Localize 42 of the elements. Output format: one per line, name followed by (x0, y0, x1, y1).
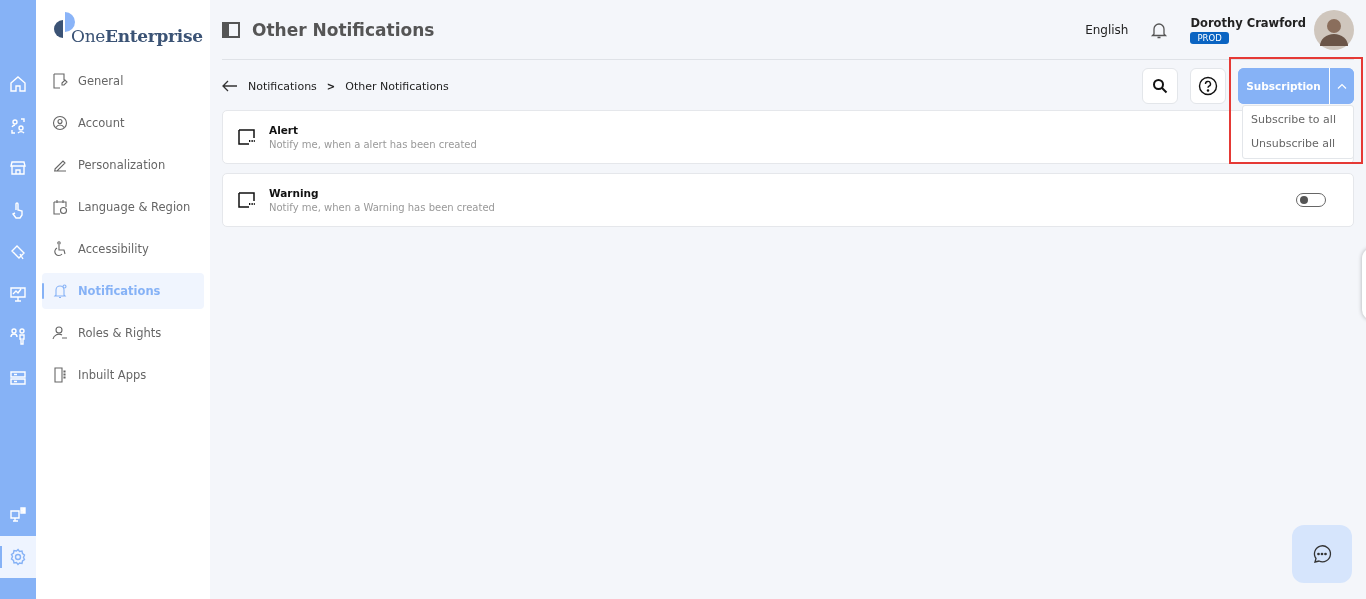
settings-icon[interactable] (0, 536, 36, 578)
message-icon (238, 129, 256, 145)
bell-icon (52, 283, 68, 299)
search-button[interactable] (1142, 68, 1178, 104)
user-name: Dorothy Crawford (1190, 15, 1306, 30)
gear-pen-icon (52, 73, 68, 89)
sidebar-item[interactable]: Inbuilt Apps (42, 357, 204, 393)
page-title: Other Notifications (252, 19, 435, 40)
notification-description: Notify me, when a alert has been created (269, 139, 477, 150)
environment-badge: PROD (1190, 31, 1229, 44)
sidebar-item[interactable]: Language & Region (42, 189, 204, 225)
chat-icon (1311, 543, 1333, 565)
notification-title: Warning (269, 187, 320, 199)
avatar-icon[interactable] (1314, 9, 1354, 50)
menu-item[interactable]: Unsubscribe all (1243, 132, 1353, 156)
notification-title: Alert (269, 124, 300, 136)
notification-description: Notify me, when a Warning has been created (269, 202, 495, 213)
app-logo: OneEnterprise (71, 26, 203, 46)
message-icon (238, 192, 256, 208)
bell-icon[interactable] (1150, 20, 1169, 39)
breadcrumb-separator: > (326, 80, 336, 92)
sidebar-item[interactable]: General (42, 63, 204, 99)
back-arrow-icon[interactable] (222, 80, 238, 92)
user-icon (52, 325, 68, 341)
language-selector[interactable]: English (1085, 22, 1129, 37)
breadcrumb-current: Other Notifications (345, 79, 449, 93)
menu-item[interactable]: Subscribe to all (1243, 108, 1353, 132)
sidebar-item[interactable]: Accessibility (42, 231, 204, 267)
caret-icon (1337, 83, 1347, 89)
sidebar-item[interactable]: Personalization (42, 147, 204, 183)
user-circle-icon (52, 115, 68, 131)
breadcrumb-link[interactable]: Notifications (248, 79, 317, 93)
help-icon (1198, 76, 1218, 96)
chat-button[interactable] (1292, 525, 1352, 583)
wheelchair-icon (52, 241, 68, 257)
sidebar-toggle-icon[interactable] (222, 21, 240, 38)
search-icon (1152, 78, 1168, 94)
sidebar-item[interactable]: Account (42, 105, 204, 141)
calendar-icon (52, 199, 68, 215)
help-button[interactable] (1190, 68, 1226, 104)
apps-icon (52, 367, 68, 383)
sidebar-item[interactable]: Roles & Rights (42, 315, 204, 351)
